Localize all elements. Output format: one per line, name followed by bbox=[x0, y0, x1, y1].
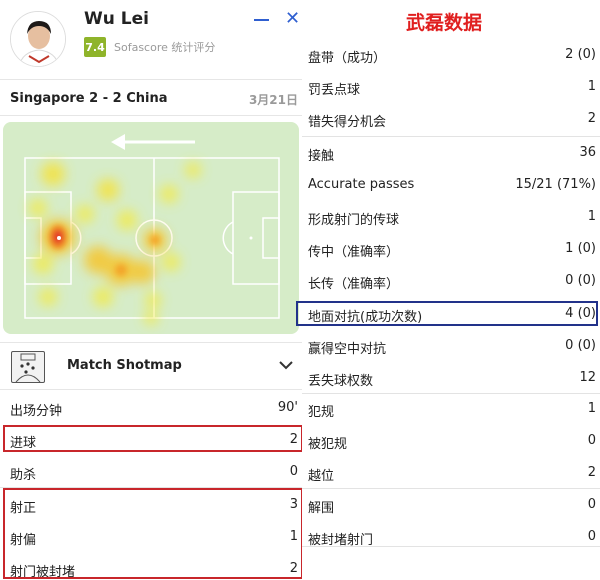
panel-title: 武磊数据 bbox=[406, 12, 483, 34]
stat-value: 90' bbox=[277, 400, 298, 415]
stat-value: 1 bbox=[587, 209, 596, 224]
stat-row: 越位 2 bbox=[302, 457, 600, 489]
stat-value: 36 bbox=[579, 145, 596, 160]
stat-row-assists: 助杀 0 bbox=[0, 456, 302, 488]
minimize-icon[interactable] bbox=[254, 16, 270, 24]
highlight-goals-box bbox=[3, 425, 303, 452]
stat-row: 被犯规 0 bbox=[302, 425, 600, 457]
stat-label: 犯规 bbox=[308, 405, 335, 420]
stat-label: 丢失球权数 bbox=[308, 374, 374, 389]
stat-value: 1 bbox=[587, 79, 596, 94]
shotmap-toggle[interactable]: Match Shotmap bbox=[0, 342, 302, 390]
stat-row: 形成射门的传球 1 bbox=[302, 201, 600, 233]
stat-value: 12 bbox=[579, 370, 596, 385]
match-date: 3月21日 bbox=[248, 93, 298, 107]
stat-value: 2 bbox=[587, 111, 596, 126]
stat-value: 0 (0) bbox=[565, 338, 596, 353]
stat-label: 被犯规 bbox=[308, 437, 348, 452]
stat-row: 长传（准确率） 0 (0) bbox=[302, 265, 600, 297]
match-row[interactable]: Singapore 2 - 2 China 3月21日 bbox=[0, 80, 302, 116]
stat-row: 赢得空中对抗 0 (0) bbox=[302, 330, 600, 362]
stat-value: 0 bbox=[587, 529, 596, 544]
stat-row: 传中（准确率） 1 (0) bbox=[302, 233, 600, 265]
stat-label: 接触 bbox=[308, 149, 335, 164]
player-header: Wu Lei 7.4 Sofascore 统计评分 ✕ bbox=[0, 0, 302, 80]
stat-label: 传中（准确率） bbox=[308, 245, 400, 260]
stat-label: 盘带（成功） bbox=[308, 51, 387, 66]
stat-value: 0 (0) bbox=[565, 273, 596, 288]
stat-value: 1 bbox=[587, 401, 596, 416]
stat-label: 出场分钟 bbox=[10, 404, 63, 419]
stat-row: 罚丢点球 1 bbox=[302, 71, 600, 103]
stat-value: 2 bbox=[587, 465, 596, 480]
shotmap-label: Match Shotmap bbox=[67, 358, 182, 373]
player-name: Wu Lei bbox=[84, 9, 149, 29]
player-panel: Wu Lei 7.4 Sofascore 统计评分 ✕ Singapore 2 … bbox=[0, 0, 303, 580]
stat-label: 越位 bbox=[308, 469, 335, 484]
stat-row: 接触 36 bbox=[302, 137, 600, 169]
stat-row: 犯规 1 bbox=[302, 393, 600, 425]
chevron-down-icon[interactable] bbox=[278, 357, 294, 373]
stat-row: 被封堵射门 0 bbox=[302, 521, 600, 553]
stat-row: 解围 0 bbox=[302, 489, 600, 521]
divider bbox=[302, 546, 600, 547]
close-icon[interactable]: ✕ bbox=[285, 10, 300, 28]
stat-label: 罚丢点球 bbox=[308, 83, 361, 98]
rating-badge: 7.4 bbox=[84, 37, 106, 57]
shotmap-pitch-icon bbox=[11, 351, 45, 383]
match-title: Singapore 2 - 2 China bbox=[10, 91, 168, 106]
stat-row: 盘带（成功） 2 (0) bbox=[302, 39, 600, 71]
stat-value: 0 bbox=[587, 497, 596, 512]
stat-label: 形成射门的传球 bbox=[308, 213, 400, 228]
stat-row: Accurate passes 15/21 (71%) bbox=[302, 169, 600, 201]
stat-label: 错失得分机会 bbox=[308, 115, 387, 130]
heatmap-pitch bbox=[3, 122, 299, 334]
stat-value: 0 bbox=[289, 464, 298, 479]
stat-label: 助杀 bbox=[10, 468, 37, 483]
stat-label: Accurate passes bbox=[308, 177, 415, 192]
stat-row-minutes: 出场分钟 90' bbox=[0, 392, 302, 424]
stat-value: 1 (0) bbox=[565, 241, 596, 256]
stats-panel: 武磊数据 盘带（成功） 2 (0) 罚丢点球 1 错失得分机会 2 接触 36 … bbox=[296, 0, 600, 580]
player-avatar bbox=[10, 11, 66, 67]
stat-value: 2 (0) bbox=[565, 47, 596, 62]
highlight-ground-duels-box bbox=[296, 301, 598, 326]
highlight-shots-box bbox=[3, 488, 303, 579]
stat-label: 长传（准确率） bbox=[308, 277, 400, 292]
stat-label: 赢得空中对抗 bbox=[308, 342, 387, 357]
stat-row: 丢失球权数 12 bbox=[302, 362, 600, 394]
stat-label: 解围 bbox=[308, 501, 335, 516]
stat-value: 0 bbox=[587, 433, 596, 448]
stat-row: 错失得分机会 2 bbox=[302, 103, 600, 135]
stat-value: 15/21 (71%) bbox=[515, 177, 596, 192]
rating-source-label: Sofascore 统计评分 bbox=[114, 41, 216, 54]
